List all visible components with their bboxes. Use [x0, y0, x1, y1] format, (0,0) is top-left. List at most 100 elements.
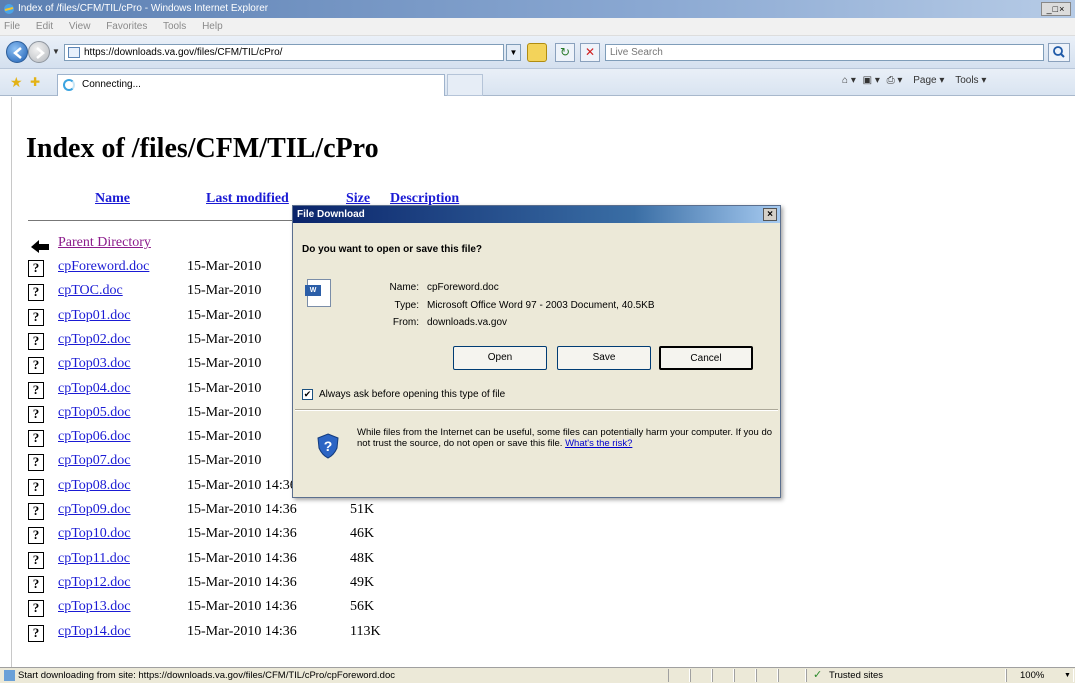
always-ask-checkbox[interactable]: ✔ — [302, 389, 313, 400]
ie-logo-icon — [4, 4, 14, 14]
unknown-file-icon: ? — [28, 478, 44, 496]
file-download-dialog: File Download × Do you want to open or s… — [292, 205, 781, 498]
file-link[interactable]: cpTop12.doc — [58, 575, 131, 591]
cancel-button[interactable]: Cancel — [659, 346, 753, 370]
menu-favorites[interactable]: Favorites — [106, 21, 147, 32]
file-link[interactable]: cpTop11.doc — [58, 551, 130, 567]
file-size: 49K — [350, 574, 375, 590]
unknown-file-icon: ? — [28, 527, 44, 545]
file-date: 15-Mar-2010 — [187, 404, 262, 420]
file-link[interactable]: cpTop01.doc — [58, 308, 131, 324]
menu-help[interactable]: Help — [202, 21, 223, 32]
page-menu-label: Page — [913, 75, 937, 86]
unknown-file-icon: ? — [28, 600, 44, 618]
column-header-name[interactable]: Name — [95, 191, 130, 207]
column-header-last-modified[interactable]: Last modified — [206, 191, 289, 207]
file-link[interactable]: cpTop14.doc — [58, 624, 131, 640]
back-button[interactable] — [6, 41, 28, 63]
unknown-file-icon: ? — [28, 575, 44, 593]
file-link[interactable]: cpTop02.doc — [58, 332, 131, 348]
forward-button[interactable] — [28, 41, 50, 63]
back-arrow-icon — [31, 240, 49, 253]
stop-button[interactable]: ✕ — [580, 43, 600, 62]
close-icon[interactable]: × — [763, 208, 777, 221]
lock-icon[interactable] — [527, 43, 547, 62]
home-button[interactable]: ⌂ ▾ — [842, 75, 856, 86]
file-date: 15-Mar-2010 — [187, 307, 262, 323]
menu-edit[interactable]: Edit — [36, 21, 53, 32]
checkmark-icon: ✓ — [813, 669, 823, 681]
file-link[interactable]: cpTop05.doc — [58, 405, 131, 421]
feeds-button[interactable]: ▣ ▾ — [863, 75, 880, 86]
header-divider — [28, 220, 298, 221]
page-title: Index of /files/CFM/TIL/cPro — [26, 133, 379, 164]
status-panel — [690, 669, 712, 682]
search-input[interactable]: Live Search — [605, 44, 1044, 61]
window-controls[interactable]: _□× — [1041, 2, 1071, 16]
page-menu[interactable]: Page ▾ — [909, 75, 944, 86]
refresh-button[interactable]: ↻ — [555, 43, 575, 62]
word-badge: W — [305, 285, 321, 296]
file-date: 15-Mar-2010 — [187, 331, 262, 347]
file-size: 56K — [350, 599, 375, 615]
file-link[interactable]: cpTop06.doc — [58, 429, 131, 445]
left-frame — [0, 97, 12, 667]
tools-menu-label: Tools — [955, 75, 979, 86]
file-link[interactable]: cpTop04.doc — [58, 381, 131, 397]
status-panel — [778, 669, 806, 682]
window-titlebar[interactable]: Index of /files/CFM/TIL/cPro - Windows I… — [0, 0, 1075, 18]
file-link[interactable]: cpTop09.doc — [58, 502, 131, 518]
dialog-question: Do you want to open or save this file? — [302, 244, 483, 255]
search-icon — [1053, 46, 1065, 58]
add-favorites-button[interactable]: ✚ — [30, 75, 40, 89]
tools-menu[interactable]: Tools ▾ — [951, 75, 986, 86]
search-placeholder: Live Search — [610, 47, 663, 58]
address-dropdown[interactable]: ▼ — [506, 44, 521, 61]
status-bar: Start downloading from site: https://dow… — [0, 667, 1075, 683]
new-tab-button[interactable] — [447, 74, 483, 96]
file-link[interactable]: cpForeword.doc — [58, 259, 149, 275]
unknown-file-icon: ? — [28, 503, 44, 520]
unknown-file-icon: ? — [28, 284, 44, 302]
menu-view[interactable]: View — [69, 21, 91, 32]
name-value: cpForeword.doc — [427, 282, 499, 293]
tab-label: Connecting... — [82, 79, 141, 90]
zoom-level[interactable]: 100% — [1020, 668, 1044, 683]
security-shield-icon: ? — [317, 433, 339, 459]
print-button[interactable]: ⎙ ▾ — [887, 75, 903, 86]
svg-text:?: ? — [324, 438, 333, 454]
file-link[interactable]: cpTOC.doc — [58, 283, 123, 299]
security-warning: While files from the Internet can be use… — [357, 427, 773, 449]
zoom-dropdown[interactable]: ▼ — [1064, 668, 1071, 683]
name-label: Name: — [389, 282, 419, 293]
unknown-file-icon: ? — [28, 332, 44, 350]
file-link[interactable]: cpTop13.doc — [58, 599, 131, 615]
menu-tools[interactable]: Tools — [163, 21, 186, 32]
file-date: 15-Mar-2010 14:36 — [187, 526, 297, 542]
file-size: 113K — [350, 623, 381, 639]
search-button[interactable] — [1048, 43, 1070, 62]
parent-directory-link[interactable]: Parent Directory — [58, 235, 151, 251]
whats-the-risk-link[interactable]: What's the risk? — [565, 438, 632, 449]
open-button[interactable]: Open — [453, 346, 547, 370]
menu-file[interactable]: File — [4, 21, 20, 32]
save-button[interactable]: Save — [557, 346, 651, 370]
file-date: 15-Mar-2010 14:36 — [187, 599, 297, 615]
file-link[interactable]: cpTop07.doc — [58, 453, 131, 469]
word-document-icon: W — [305, 279, 331, 307]
command-bar: ⌂ ▾ ▣ ▾ ⎙ ▾ Page ▾ Tools ▾ — [838, 75, 986, 86]
file-date: 15-Mar-2010 14:36 — [187, 550, 297, 566]
status-panel — [712, 669, 734, 682]
unknown-file-icon: ? — [28, 260, 44, 277]
file-link[interactable]: cpTop08.doc — [58, 478, 131, 494]
file-link[interactable]: cpTop10.doc — [58, 526, 131, 542]
status-panel — [734, 669, 756, 682]
address-input[interactable]: https://downloads.va.gov/files/CFM/TIL/c… — [64, 44, 504, 61]
forward-arrow-icon — [36, 47, 45, 59]
always-ask-label: Always ask before opening this type of f… — [319, 389, 506, 400]
recent-pages-dropdown[interactable]: ▼ — [52, 47, 60, 56]
dialog-titlebar[interactable]: File Download × — [293, 206, 780, 223]
favorites-center-button[interactable]: ★ — [10, 74, 23, 91]
file-link[interactable]: cpTop03.doc — [58, 356, 131, 372]
tab-current[interactable]: Connecting... — [57, 74, 445, 96]
